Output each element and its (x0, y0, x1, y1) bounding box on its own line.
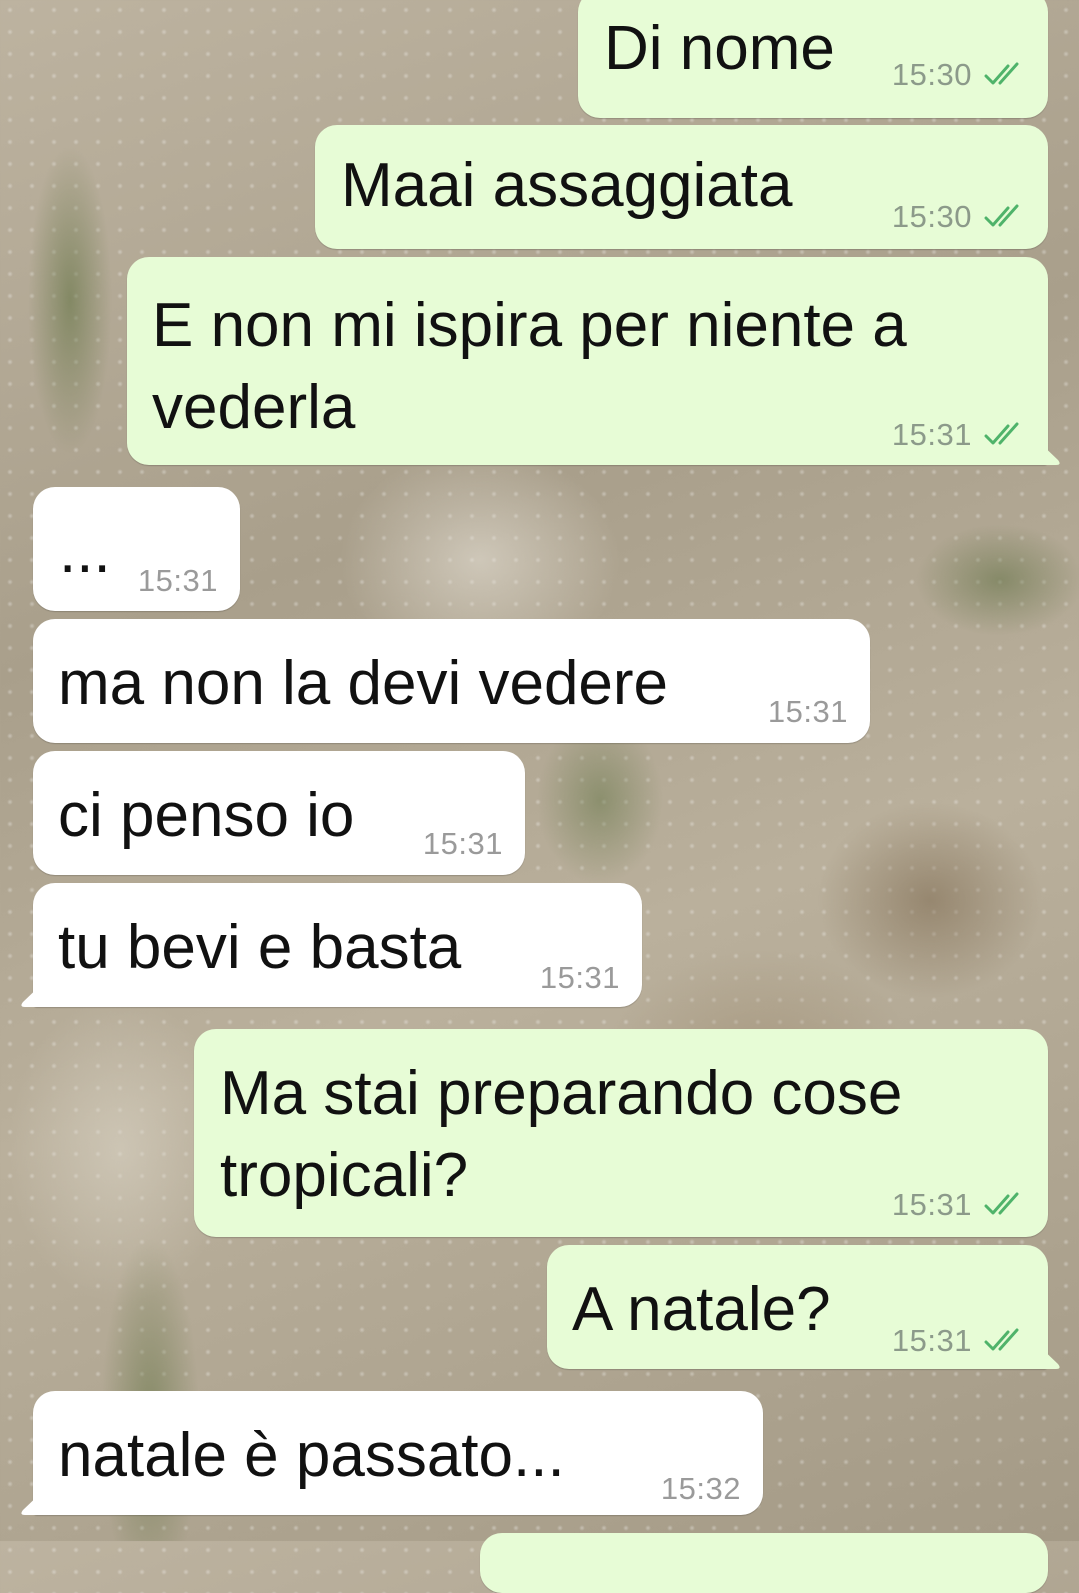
message-bubble-incoming[interactable]: ma non la devi vedere 15:31 (33, 619, 870, 743)
message-time: 15:31 (891, 1323, 972, 1358)
message-bubble-outgoing-partial[interactable] (480, 1533, 1048, 1593)
message-text: Di nome (604, 14, 835, 83)
message-text: Maai assaggiata (341, 151, 793, 220)
message-bubble-incoming[interactable]: tu bevi e basta 15:31 (21, 883, 642, 1007)
message-time: 15:30 (891, 57, 972, 92)
message-bubble-incoming[interactable]: ci penso io 15:31 (33, 751, 525, 875)
message-bubble-outgoing[interactable]: Maai assaggiata 15:30 (315, 125, 1048, 249)
message-text: ma non la devi vedere (58, 649, 669, 718)
double-check-icon (984, 1328, 1019, 1351)
message-bubble-outgoing[interactable]: Ma stai preparando cose tropicali? 15:31 (194, 1029, 1048, 1237)
double-check-icon (984, 62, 1019, 85)
message-meta: 15:31 (892, 415, 1030, 455)
message-bubble-outgoing[interactable]: E non mi ispira per niente a vederla 15:… (127, 257, 1060, 465)
message-time: 15:32 (660, 1471, 741, 1506)
message-text: ci penso io (58, 781, 355, 850)
message-meta: 15:31 (892, 1321, 1030, 1361)
double-check-icon (984, 204, 1019, 227)
message-bubble-incoming[interactable]: ... 15:31 (33, 487, 240, 611)
message-time: 15:30 (891, 199, 972, 234)
message-text: natale è passato... (58, 1421, 565, 1490)
message-meta: 15:31 (892, 1185, 1030, 1225)
message-meta: 15:31 (768, 692, 848, 732)
message-meta: 15:31 (423, 824, 503, 864)
bubble-tail (1036, 439, 1060, 465)
message-time: 15:31 (137, 563, 218, 598)
message-text: tu bevi e basta (58, 913, 462, 982)
chat-screen: { "messages": [ {"direction": "out", "te… (0, 0, 1079, 1593)
message-text: E non mi ispira per niente a vederla (152, 291, 907, 442)
bubble-tail (1036, 1343, 1060, 1369)
message-meta: 15:30 (892, 197, 1030, 237)
message-text: ... (59, 517, 111, 586)
double-check-icon (984, 422, 1019, 445)
message-meta: 15:30 (892, 55, 1030, 95)
message-time: 15:31 (767, 694, 848, 729)
bubble-tail (21, 1489, 45, 1515)
message-text: Ma stai preparando cose tropicali? (220, 1059, 903, 1210)
message-bubble-incoming[interactable]: natale è passato... 15:32 (21, 1391, 763, 1515)
message-time: 15:31 (539, 960, 620, 995)
message-bubble-outgoing[interactable]: A natale? 15:31 (547, 1245, 1060, 1369)
message-meta: 15:31 (540, 958, 620, 998)
message-bubble-outgoing[interactable]: Di nome 15:30 (578, 0, 1048, 118)
message-meta: 15:31 (138, 561, 218, 601)
double-check-icon (984, 1192, 1019, 1215)
message-time: 15:31 (891, 1187, 972, 1222)
bubble-tail (21, 981, 45, 1007)
message-time: 15:31 (422, 826, 503, 861)
message-time: 15:31 (891, 417, 972, 452)
message-meta: 15:32 (661, 1469, 741, 1509)
message-text: A natale? (572, 1275, 831, 1344)
